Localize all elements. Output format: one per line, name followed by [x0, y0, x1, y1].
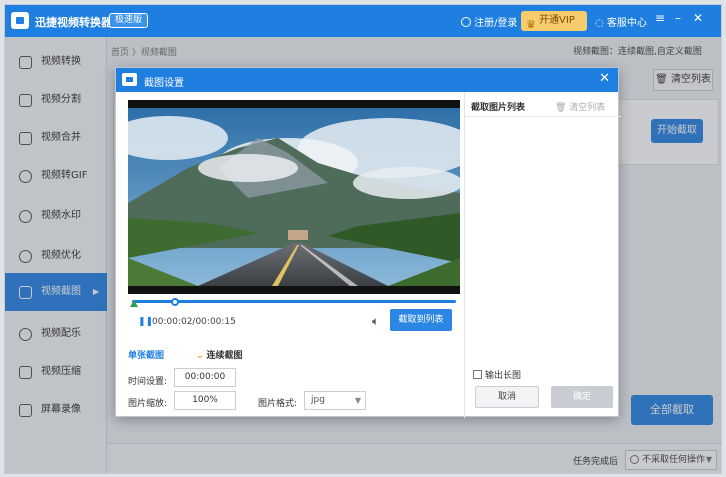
- list-clear-label: 清空列表: [569, 103, 606, 113]
- cancel-button[interactable]: 取消: [475, 386, 539, 408]
- long-image-label: 输出长图: [485, 371, 522, 381]
- login-label: 注册/登录: [474, 18, 518, 29]
- chevron-down-icon: ▼: [354, 396, 361, 405]
- tab-continuous-capture[interactable]: ⌄ 连续截图: [196, 348, 243, 361]
- chevron-down-icon: ⌄: [196, 351, 204, 361]
- crown-icon: ♛: [526, 18, 536, 31]
- checkbox-icon: [473, 370, 482, 379]
- time-setting-label: 时间设置:: [128, 377, 168, 387]
- edition-badge: 极速版: [109, 13, 149, 28]
- service-label: 客服中心: [606, 18, 647, 29]
- capture-list-panel: 截取图片列表 🗑︎ 清空列表 输出长图 取消 确定: [464, 92, 621, 418]
- image-format-label: 图片格式:: [258, 399, 298, 409]
- service-center-link[interactable]: ◌ 客服中心: [595, 14, 647, 29]
- trash-icon: 🗑︎: [555, 103, 570, 113]
- capture-list: [465, 116, 621, 362]
- app-title: 迅捷视频转换器: [35, 16, 112, 29]
- time-setting-input[interactable]: 00:00:00: [174, 368, 236, 387]
- dialog-logo-icon: [122, 73, 137, 86]
- app-logo-icon: [11, 12, 29, 29]
- tab-continuous-label: 连续截图: [206, 351, 243, 361]
- seek-bar[interactable]: [132, 300, 456, 303]
- dialog-header: 截图设置 ✕: [116, 68, 618, 92]
- list-clear-button[interactable]: 🗑︎ 清空列表: [555, 100, 605, 113]
- capture-to-list-button[interactable]: 截取到列表: [390, 309, 452, 331]
- vip-label: 开通VIP: [539, 15, 575, 26]
- ok-button[interactable]: 确定: [551, 386, 613, 408]
- time-display: 00:00:02/00:00:15: [152, 317, 236, 327]
- seek-handle[interactable]: [171, 298, 180, 306]
- menu-icon[interactable]: ≡: [653, 11, 667, 25]
- image-format-select[interactable]: jpg ▼: [304, 391, 366, 410]
- dialog-close-icon[interactable]: ✕: [599, 71, 610, 86]
- video-preview[interactable]: [128, 100, 460, 294]
- image-scale-label: 图片缩放:: [128, 399, 168, 409]
- vip-button[interactable]: ♛ 开通VIP: [521, 11, 587, 31]
- title-bar: 迅捷视频转换器 极速版 注册/登录 ♛ 开通VIP ◌ 客服中心 ≡ – ✕: [5, 5, 721, 37]
- minimize-icon[interactable]: –: [671, 11, 685, 25]
- tab-single-capture[interactable]: 单张截图: [128, 348, 164, 361]
- close-icon[interactable]: ✕: [691, 11, 705, 25]
- dialog-title: 截图设置: [144, 78, 184, 89]
- video-frame-image: [128, 108, 460, 286]
- user-icon: [461, 17, 471, 27]
- image-scale-input[interactable]: 100%: [174, 391, 236, 410]
- app-window: 迅捷视频转换器 极速版 注册/登录 ♛ 开通VIP ◌ 客服中心 ≡ – ✕ 视频…: [4, 4, 722, 474]
- volume-icon[interactable]: 🔈︎: [372, 314, 379, 329]
- long-image-checkbox[interactable]: 输出长图: [473, 368, 521, 381]
- login-link[interactable]: 注册/登录: [461, 14, 517, 29]
- seek-start-marker: [130, 300, 138, 307]
- image-format-value: jpg: [311, 395, 325, 405]
- pause-icon[interactable]: ❚❚: [138, 317, 153, 327]
- capture-list-title: 截取图片列表: [471, 103, 526, 113]
- chat-icon: ◌: [595, 18, 607, 29]
- screenshot-settings-dialog: 截图设置 ✕ ❚❚ 00:00:02/00:00:15 🔈︎ 截取到列表 单张截…: [115, 67, 621, 418]
